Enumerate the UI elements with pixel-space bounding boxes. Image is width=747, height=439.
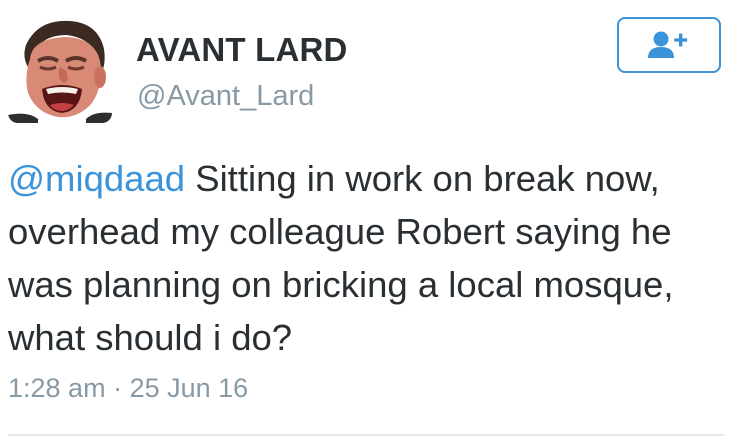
timestamp-separator: · xyxy=(105,373,130,403)
follow-button[interactable] xyxy=(617,17,721,73)
avatar[interactable] xyxy=(8,15,112,123)
tweet-text-line-1: Sitting in work on break now, xyxy=(185,158,660,199)
tweet-date: 25 Jun 16 xyxy=(129,373,249,403)
tweet-text-line-3: was planning on bricking a local mosque, xyxy=(8,264,674,305)
tweet-text: @miqdaad Sitting in work on break now, o… xyxy=(8,152,738,364)
tweet-text-line-2: overhead my colleague Robert saying he xyxy=(8,211,672,252)
tweet-text-line-4: what should i do? xyxy=(8,317,293,358)
user-handle[interactable]: @Avant_Lard xyxy=(137,80,314,113)
display-name[interactable]: AVANT LARD xyxy=(136,31,348,69)
mention-link[interactable]: @miqdaad xyxy=(8,158,185,199)
add-user-icon xyxy=(648,31,688,58)
tweet-card: AVANT LARD @Avant_Lard @miqdaad Sitting … xyxy=(0,0,747,439)
divider xyxy=(8,434,724,436)
tweet-time: 1:28 am xyxy=(8,373,106,403)
tweet-timestamp[interactable]: 1:28 am · 25 Jun 16 xyxy=(8,373,248,404)
avatar-image xyxy=(8,15,112,123)
